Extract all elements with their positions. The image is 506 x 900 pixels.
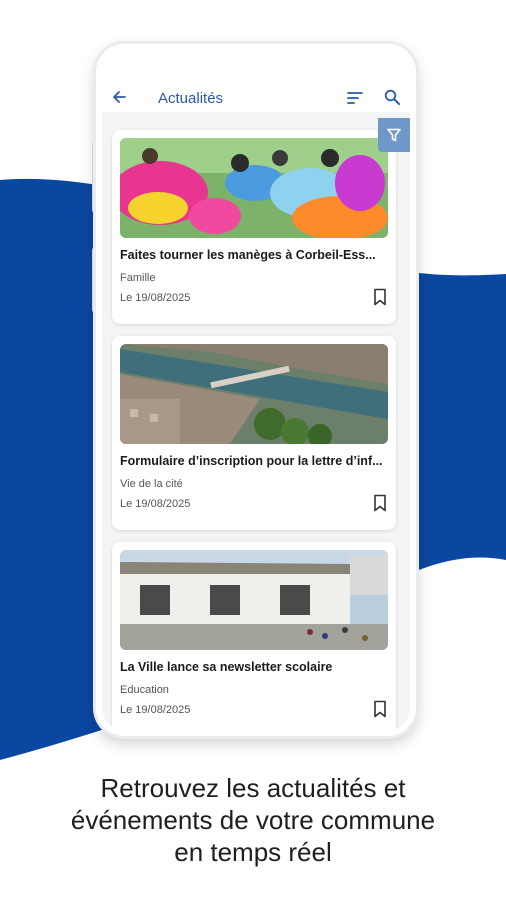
promo-caption: Retrouvez les actualités et événements d…: [0, 772, 506, 868]
caption-line: événements de votre commune: [70, 805, 436, 835]
article-category: Vie de la cité: [120, 478, 183, 490]
app-bar: Actualités: [102, 50, 410, 112]
article-category: Famille: [120, 272, 156, 284]
back-arrow-icon[interactable]: [110, 88, 128, 106]
article-date: Le 19/08/2025: [120, 704, 191, 716]
bookmark-icon[interactable]: [372, 288, 388, 306]
page-title: Actualités: [158, 90, 224, 107]
article-title: Formulaire d’inscription pour la lettre …: [120, 454, 383, 468]
sort-icon[interactable]: [346, 90, 364, 106]
article-card[interactable]: La Ville lance sa newsletter scolaire Ed…: [112, 542, 396, 730]
app-screen: Actualités Faites tourner les manèges à …: [102, 50, 410, 730]
article-card[interactable]: Faites tourner les manèges à Corbeil-Ess…: [112, 130, 396, 324]
caption-line: en temps réel: [174, 837, 332, 867]
bookmark-icon[interactable]: [372, 700, 388, 718]
filter-icon: [387, 128, 401, 142]
school-building-photo: [120, 550, 388, 650]
article-title: Faites tourner les manèges à Corbeil-Ess…: [120, 248, 376, 262]
bookmark-icon[interactable]: [372, 494, 388, 512]
article-category: Education: [120, 684, 169, 696]
search-icon[interactable]: [383, 88, 401, 106]
article-date: Le 19/08/2025: [120, 498, 191, 510]
article-date: Le 19/08/2025: [120, 292, 191, 304]
caption-line: Retrouvez les actualités et: [100, 773, 406, 803]
filter-button[interactable]: [378, 118, 410, 152]
article-card[interactable]: Formulaire d’inscription pour la lettre …: [112, 336, 396, 530]
phone-frame: Actualités Faites tourner les manèges à …: [96, 44, 416, 736]
river-city-aerial-photo: [120, 344, 388, 444]
article-title: La Ville lance sa newsletter scolaire: [120, 660, 333, 674]
carnival-ride-photo: [120, 138, 388, 238]
